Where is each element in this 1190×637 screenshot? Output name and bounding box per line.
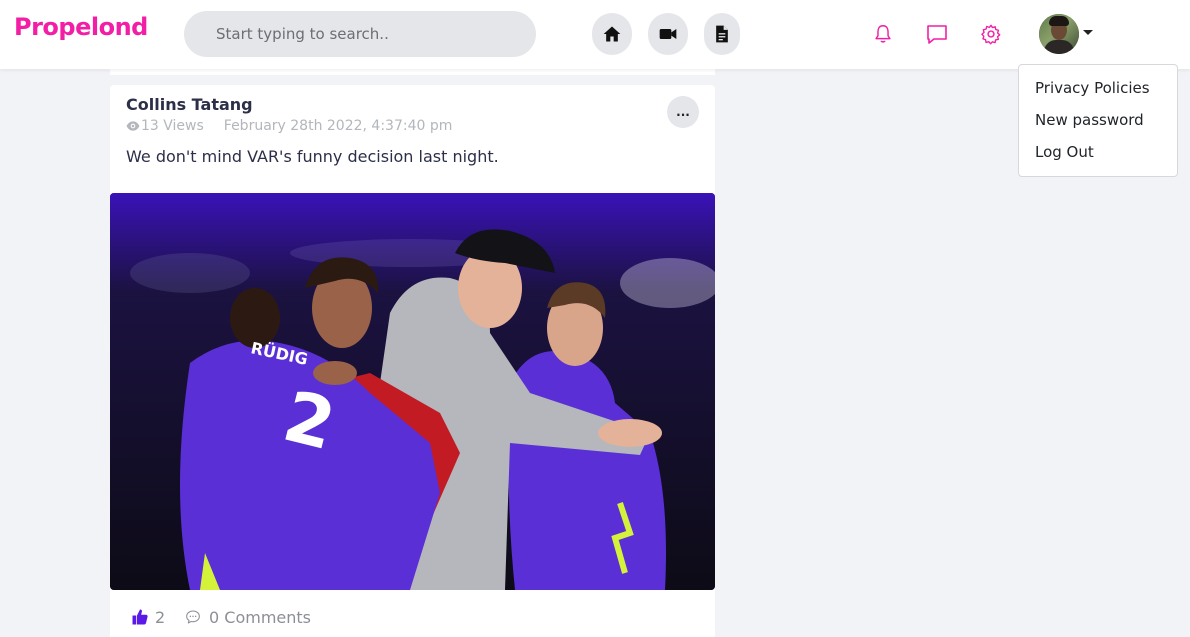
post-author[interactable]: Collins Tatang	[126, 95, 253, 114]
user-avatar[interactable]	[1039, 14, 1079, 54]
comment-icon	[186, 610, 200, 624]
post-options-button[interactable]: ...	[667, 96, 699, 128]
brand-logo[interactable]: Propelond	[14, 13, 148, 41]
menu-item-new-password[interactable]: New password	[1019, 109, 1177, 141]
eye-icon	[126, 121, 140, 131]
video-camera-icon	[659, 29, 677, 39]
gear-icon	[981, 24, 1001, 45]
comments-button[interactable]: 0 Comments	[185, 608, 311, 627]
post-views: 13 Views	[141, 118, 204, 134]
menu-item-privacy-policies[interactable]: Privacy Policies	[1019, 77, 1177, 109]
home-icon	[603, 26, 621, 42]
menu-item-log-out[interactable]: Log Out	[1019, 141, 1177, 173]
football-celebration-photo: 2 RÜDIG	[110, 193, 715, 590]
like-button[interactable]: 2	[131, 608, 165, 627]
user-dropdown-menu: Privacy Policies New password Log Out	[1018, 64, 1178, 177]
chat-icon	[927, 25, 947, 44]
thumbs-up-icon	[132, 609, 148, 625]
post-image[interactable]: 2 RÜDIG	[110, 193, 715, 590]
post-text: We don't mind VAR's funny decision last …	[126, 147, 499, 166]
like-count: 2	[155, 607, 166, 627]
chevron-down-icon[interactable]	[1083, 30, 1093, 35]
messages-button[interactable]	[925, 22, 949, 46]
comments-count: 0 Comments	[209, 607, 311, 627]
search-input[interactable]	[184, 11, 536, 57]
video-button[interactable]	[648, 13, 688, 55]
post-meta: 13 Views February 28th 2022, 4:37:40 pm	[126, 118, 452, 134]
home-button[interactable]	[592, 13, 632, 55]
bell-icon	[875, 25, 891, 43]
documents-button[interactable]	[704, 13, 740, 55]
settings-button[interactable]	[979, 22, 1003, 46]
top-navbar: Propelond	[0, 0, 1190, 69]
notifications-button[interactable]	[871, 22, 895, 46]
document-icon	[716, 25, 728, 43]
post-actions: 2 0 Comments	[110, 605, 715, 629]
post-card: Collins Tatang 13 Views February 28th 20…	[110, 85, 715, 637]
post-date: February 28th 2022, 4:37:40 pm	[223, 118, 453, 134]
previous-post-edge	[110, 69, 715, 75]
